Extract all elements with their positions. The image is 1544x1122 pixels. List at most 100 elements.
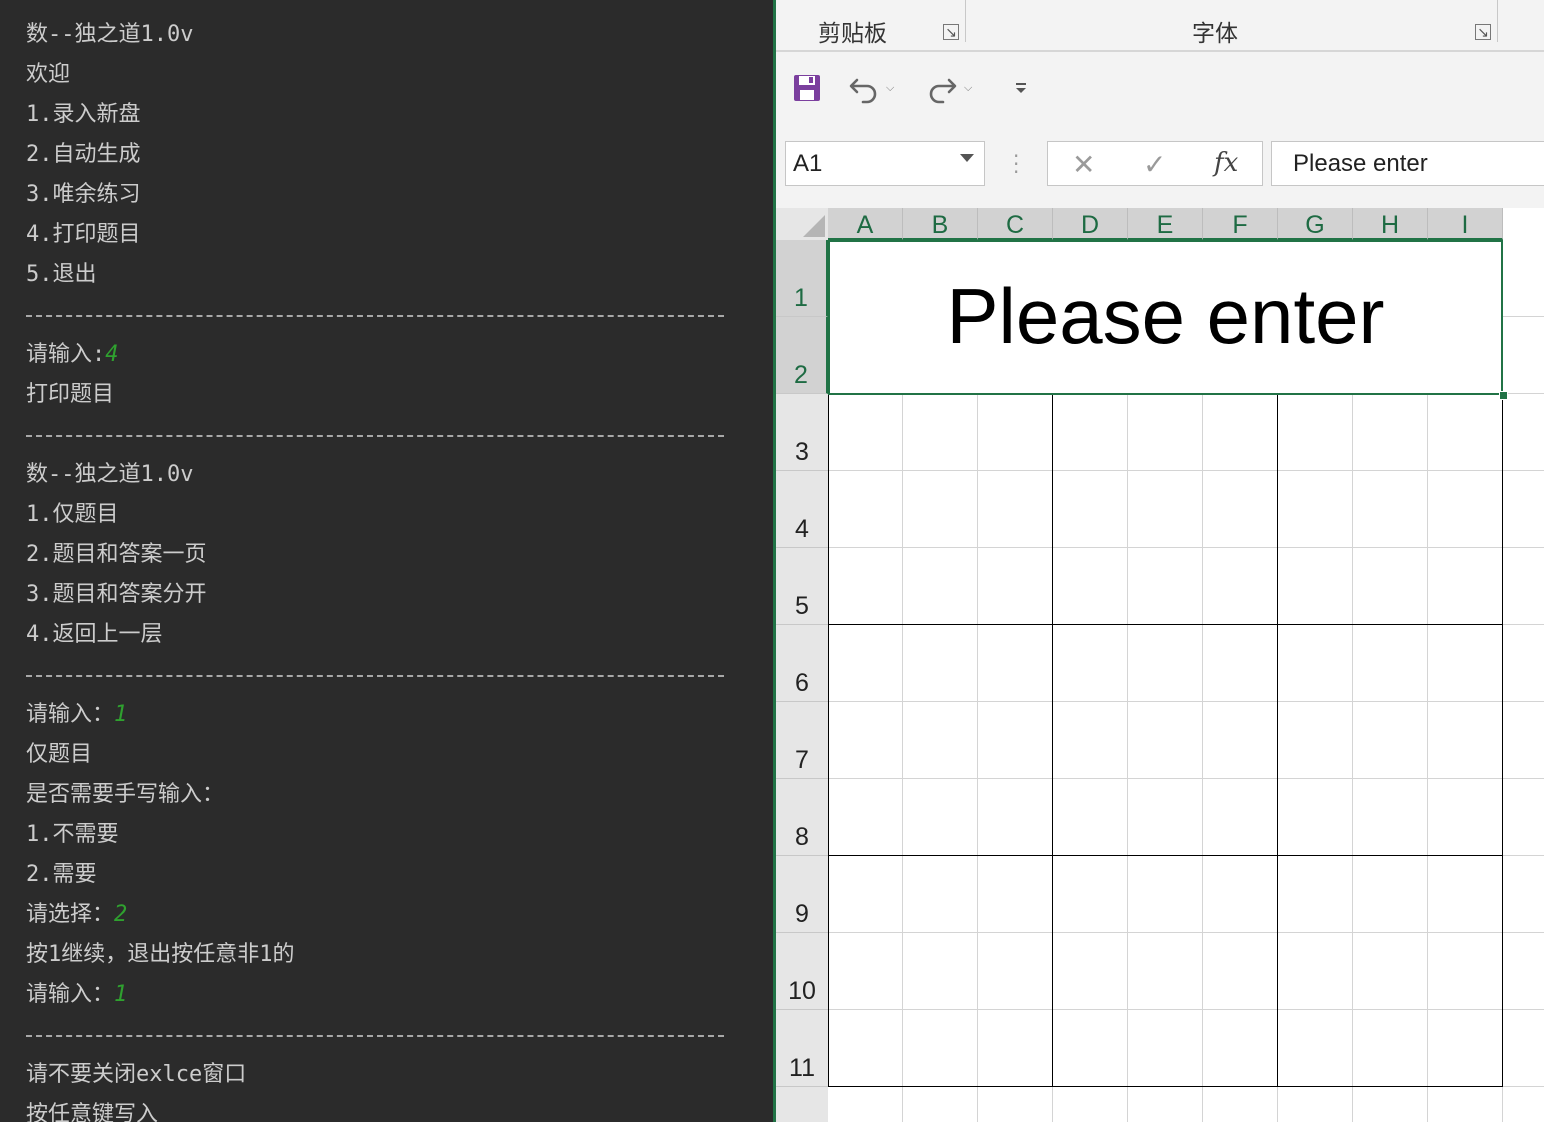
save-icon: [794, 75, 820, 101]
row-header-3[interactable]: 3: [776, 394, 828, 471]
name-box[interactable]: A1: [785, 141, 985, 186]
console-line: 打印题目: [26, 375, 114, 415]
console-line-text: 请输入:: [26, 342, 106, 367]
gridline: [828, 547, 1544, 548]
console-line-text: 请输入：: [26, 982, 115, 1007]
console-line: 是否需要手写输入：: [26, 775, 224, 815]
console-line-text: 1.录入新盘: [26, 102, 141, 127]
select-all-button[interactable]: [776, 208, 828, 240]
column-header-c[interactable]: C: [978, 208, 1053, 240]
column-header-e[interactable]: E: [1128, 208, 1203, 240]
row-header-filler: [776, 1087, 828, 1122]
column-header-a[interactable]: A: [828, 208, 903, 240]
row-header-label: 9: [795, 900, 809, 928]
formula-bar: A1 · · · ✕ ✓ fx Please enter: [776, 124, 1544, 208]
formula-buttons: ✕ ✓ fx: [1047, 141, 1263, 186]
column-header-h[interactable]: H: [1353, 208, 1428, 240]
merged-cell-a1[interactable]: Please enter: [828, 240, 1503, 395]
row-header-label: 2: [794, 361, 808, 389]
ribbon-group-bar: 剪贴板 ↘ 字体 ↘: [776, 0, 1544, 52]
console-line: 2.需要: [26, 855, 97, 895]
box-border: [1052, 393, 1053, 1087]
box-border: [828, 393, 829, 1087]
row-header-label: 5: [795, 592, 809, 620]
fill-handle[interactable]: [1499, 391, 1508, 400]
console-line: 按1继续，退出按任意非1的: [26, 935, 295, 975]
console-line: 欢迎: [26, 55, 70, 95]
undo-button[interactable]: ⌵: [848, 70, 894, 106]
console-line-text: 2.需要: [26, 862, 97, 887]
clipboard-launcher-icon[interactable]: ↘: [943, 24, 959, 41]
formula-bar-grip[interactable]: · · ·: [1013, 146, 1019, 182]
console-user-input: 4: [105, 342, 119, 367]
console-line-text: 1.仅题目: [26, 502, 119, 527]
console-separator: [26, 1035, 724, 1037]
console-line: 1.不需要: [26, 815, 119, 855]
console-line-text: 2.题目和答案一页: [26, 542, 207, 567]
row-header-9[interactable]: 9: [776, 856, 828, 933]
row-header-label: 10: [788, 977, 816, 1005]
column-header-i[interactable]: I: [1428, 208, 1503, 240]
console-line: 仅题目: [26, 735, 92, 775]
row-header-11[interactable]: 11: [776, 1010, 828, 1087]
redo-button[interactable]: ⌵: [926, 70, 972, 106]
console-line: 3.题目和答案分开: [26, 575, 207, 615]
worksheet-grid[interactable]: ABCDEFGHI 1 2 3 4 5 6 7 8 9 10 11 Please enter: [776, 208, 1544, 1122]
console-line: 1.仅题目: [26, 495, 119, 535]
console-line: 请输入:4: [26, 335, 119, 375]
console-line-text: 2.自动生成: [26, 142, 141, 167]
console-line: 4.返回上一层: [26, 615, 163, 655]
console-line-text: 4.返回上一层: [26, 622, 163, 647]
row-header-10[interactable]: 10: [776, 933, 828, 1010]
ribbon-divider: [1497, 0, 1498, 42]
column-header-d[interactable]: D: [1053, 208, 1128, 240]
cancel-icon[interactable]: ✕: [1072, 148, 1095, 181]
console-line: 按任意键写入: [26, 1095, 158, 1122]
quick-access-toolbar: ⌵ ⌵: [776, 52, 1544, 125]
console-line-text: 数--独之道1.0v: [26, 22, 194, 47]
insert-function-icon[interactable]: fx: [1214, 148, 1238, 178]
row-header-4[interactable]: 4: [776, 471, 828, 548]
console-line: 请输入：1: [26, 975, 127, 1015]
undo-dropdown-icon[interactable]: ⌵: [886, 81, 894, 95]
console-line: 5.退出: [26, 255, 97, 295]
console-user-input: 1: [114, 702, 128, 727]
name-box-value: A1: [793, 150, 823, 177]
enter-icon[interactable]: ✓: [1143, 148, 1166, 181]
row-header-label: 6: [795, 669, 809, 697]
select-all-icon: [803, 215, 825, 237]
console-line-text: 1.不需要: [26, 822, 119, 847]
customize-qat-button[interactable]: [1014, 70, 1028, 106]
console-separator: [26, 435, 724, 437]
column-header-g[interactable]: G: [1278, 208, 1353, 240]
chevron-down-icon[interactable]: [960, 154, 974, 162]
formula-input[interactable]: Please enter: [1271, 141, 1544, 186]
column-header-b[interactable]: B: [903, 208, 978, 240]
console-line-text: 5.退出: [26, 262, 97, 287]
box-border: [828, 624, 1503, 625]
row-header-5[interactable]: 5: [776, 548, 828, 625]
excel-window: 剪贴板 ↘ 字体 ↘ ⌵ ⌵ A1 · · · ✕ ✓ fx Please en…: [776, 0, 1544, 1122]
save-button[interactable]: [793, 70, 821, 106]
customize-qat-icon: [1016, 83, 1026, 93]
row-header-7[interactable]: 7: [776, 702, 828, 779]
gridline: [828, 1009, 1544, 1010]
column-header-f[interactable]: F: [1203, 208, 1278, 240]
console-line: 2.自动生成: [26, 135, 141, 175]
console-window[interactable]: 数--独之道1.0v 欢迎 1.录入新盘 2.自动生成 3.唯余练习 4.打印题目 5.退出…: [0, 0, 773, 1122]
row-header-8[interactable]: 8: [776, 779, 828, 856]
row-header-1[interactable]: 1: [776, 240, 828, 317]
console-line-text: 请输入：: [26, 702, 115, 727]
gridline: [828, 932, 1544, 933]
redo-dropdown-icon[interactable]: ⌵: [964, 81, 972, 95]
console-user-input: 2: [114, 902, 128, 927]
console-line: 数--独之道1.0v: [26, 455, 193, 495]
console-line-text: 请选择：: [26, 902, 115, 927]
clipboard-group-label: 剪贴板: [818, 21, 887, 47]
row-header-2[interactable]: 2: [776, 317, 828, 394]
console-line: 1.录入新盘: [26, 95, 141, 135]
box-border: [828, 1086, 1503, 1087]
font-launcher-icon[interactable]: ↘: [1475, 24, 1491, 41]
console-line: 2.题目和答案一页: [26, 535, 207, 575]
row-header-6[interactable]: 6: [776, 625, 828, 702]
